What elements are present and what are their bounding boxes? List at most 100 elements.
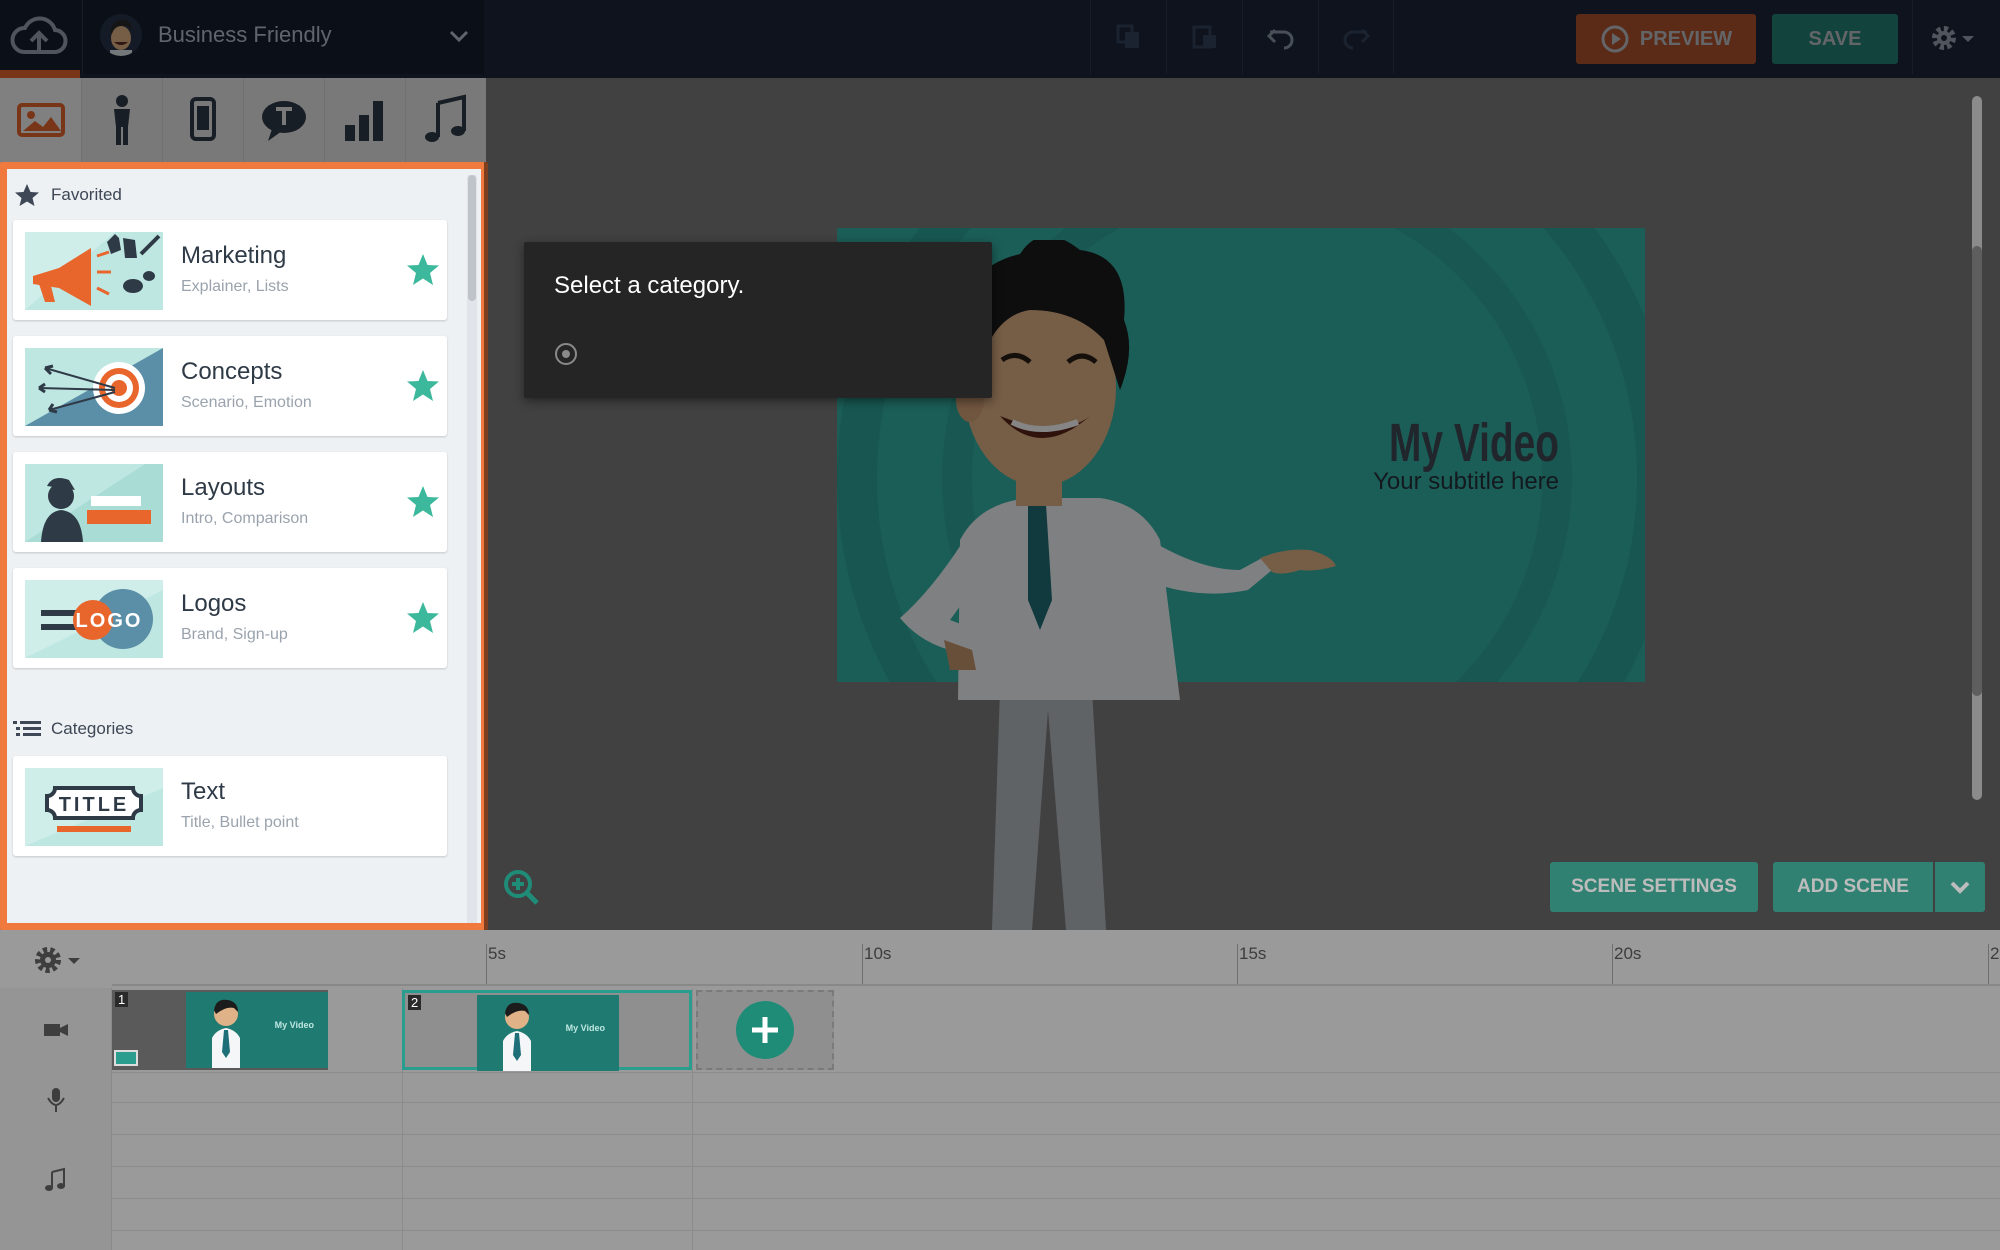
top-bar: Business Friendly PREVIEW SAVE: [0, 0, 2000, 78]
categories-header: Categories: [13, 717, 133, 741]
tick-label: 20s: [1614, 944, 1642, 963]
list-scrollbar[interactable]: [467, 175, 477, 923]
add-scene-plus-button[interactable]: [736, 1001, 794, 1059]
tab-music[interactable]: [405, 78, 486, 162]
paste-button[interactable]: [1166, 0, 1242, 74]
favorited-title: Favorited: [51, 185, 122, 204]
logo-thumb-text: LOGO: [76, 610, 143, 632]
tour-tooltip: Select a category.: [524, 242, 992, 398]
video-camera-icon: [44, 1024, 68, 1036]
timeline-settings-icon[interactable]: [32, 942, 86, 978]
transition-marker[interactable]: [114, 1050, 138, 1066]
card-subtitle: Scenario, Emotion: [181, 394, 312, 411]
star-icon: [15, 184, 39, 206]
star-icon[interactable]: [405, 484, 441, 520]
list-icon: [13, 721, 41, 736]
star-icon[interactable]: [405, 600, 441, 636]
scene-thumbnail: My Video: [477, 995, 619, 1071]
preview-label: PREVIEW: [1639, 27, 1733, 50]
copy-icon: [1116, 24, 1139, 48]
tab-backgrounds[interactable]: [0, 78, 81, 162]
category-card-text[interactable]: TITLE Text Title, Bullet point: [13, 756, 447, 856]
tick: [862, 944, 863, 984]
tooltip-message: Select a category.: [554, 272, 745, 299]
track-divider: [112, 1166, 2000, 1167]
cloud-upload-icon[interactable]: [10, 14, 68, 60]
track-divider: [112, 1134, 2000, 1135]
tick-label: 5s: [488, 944, 506, 963]
category-card-logos[interactable]: LOGO Logos Brand, Sign-up: [13, 568, 447, 668]
card-title: Logos: [181, 590, 247, 617]
divider: [82, 0, 83, 74]
list-scrollbar-thumb[interactable]: [468, 175, 476, 301]
track-icons: [0, 988, 112, 1250]
copy-button[interactable]: [1090, 0, 1166, 74]
card-subtitle: Title, Bullet point: [181, 814, 299, 831]
tab-props[interactable]: [162, 78, 243, 162]
preview-button[interactable]: PREVIEW: [1576, 14, 1756, 64]
card-title: Marketing: [181, 242, 287, 269]
device-icon: [190, 97, 216, 141]
tick-label: 2: [1990, 944, 2000, 963]
category-card-layouts[interactable]: Layouts Intro, Comparison: [13, 452, 447, 552]
logos-thumbnail: LOGO: [25, 580, 163, 658]
marketing-thumbnail: [25, 232, 163, 310]
text-bubble-icon: [262, 101, 306, 141]
music-note-icon: [425, 94, 466, 142]
chart-icon: [345, 101, 383, 141]
stage-scrollbar[interactable]: [1972, 96, 1982, 800]
save-button[interactable]: SAVE: [1772, 14, 1898, 64]
track-divider: [112, 1230, 2000, 1231]
tick-label: 15s: [1239, 944, 1267, 963]
undo-button[interactable]: [1242, 0, 1318, 74]
undo-icon: [1266, 28, 1293, 50]
stage-scrollbar-thumb[interactable]: [1972, 246, 1982, 696]
star-icon[interactable]: [405, 252, 441, 288]
redo-button[interactable]: [1318, 0, 1394, 74]
timeline-ruler[interactable]: 5s 10s 15s 20s 2: [112, 930, 2000, 986]
concepts-thumbnail: [25, 348, 163, 426]
track-divider: [112, 1198, 2000, 1199]
character-icon: [114, 95, 130, 145]
scene-number: 2: [408, 995, 422, 1010]
card-title: Text: [181, 778, 226, 805]
card-subtitle: Intro, Comparison: [181, 510, 309, 527]
add-scene-button[interactable]: ADD SCENE: [1773, 862, 1933, 912]
plus-icon: [752, 1017, 778, 1043]
library-tabs: [0, 78, 486, 162]
tick: [1237, 944, 1238, 984]
tab-charts[interactable]: [324, 78, 405, 162]
paste-icon: [1192, 25, 1216, 49]
category-list-highlight: Favorited Marketing Explainer, Lists Con…: [0, 162, 488, 930]
theme-name: Business Friendly: [158, 22, 332, 47]
redo-icon: [1343, 28, 1371, 50]
divider: [1912, 0, 1913, 74]
music-note-icon: [45, 1167, 65, 1191]
scene-clip-1[interactable]: 1 My Video: [112, 990, 328, 1070]
tick-label: 10s: [864, 944, 892, 963]
avatar: [100, 14, 142, 56]
timeline: 5s 10s 15s 20s 2 1 My Video 2 My Video: [0, 930, 2000, 1250]
active-tab-indicator: [0, 70, 80, 78]
microphone-icon: [47, 1088, 65, 1112]
category-card-marketing[interactable]: Marketing Explainer, Lists: [13, 220, 447, 320]
add-scene-dropdown[interactable]: [1935, 862, 1985, 912]
scene-clip-2[interactable]: 2 My Video: [402, 990, 692, 1071]
favorited-header: Favorited: [13, 183, 122, 207]
play-circle-icon: [1601, 25, 1629, 53]
chevron-down-icon: [1950, 881, 1970, 894]
scene-settings-button[interactable]: SCENE SETTINGS: [1550, 862, 1758, 912]
star-icon[interactable]: [405, 368, 441, 404]
step-indicator-icon[interactable]: [554, 342, 578, 366]
theme-selector[interactable]: Business Friendly: [0, 0, 484, 74]
card-title: Concepts: [181, 358, 283, 385]
add-scene-slot[interactable]: [696, 990, 834, 1070]
category-card-concepts[interactable]: Concepts Scenario, Emotion: [13, 336, 447, 436]
zoom-in-button[interactable]: [502, 868, 540, 906]
tab-text[interactable]: [243, 78, 324, 162]
tab-characters[interactable]: [81, 78, 162, 162]
scene-thumbnail: My Video: [186, 992, 328, 1068]
settings-gear-icon[interactable]: [1928, 22, 1978, 54]
track-divider: [112, 1072, 2000, 1073]
chevron-down-icon[interactable]: [448, 28, 470, 44]
